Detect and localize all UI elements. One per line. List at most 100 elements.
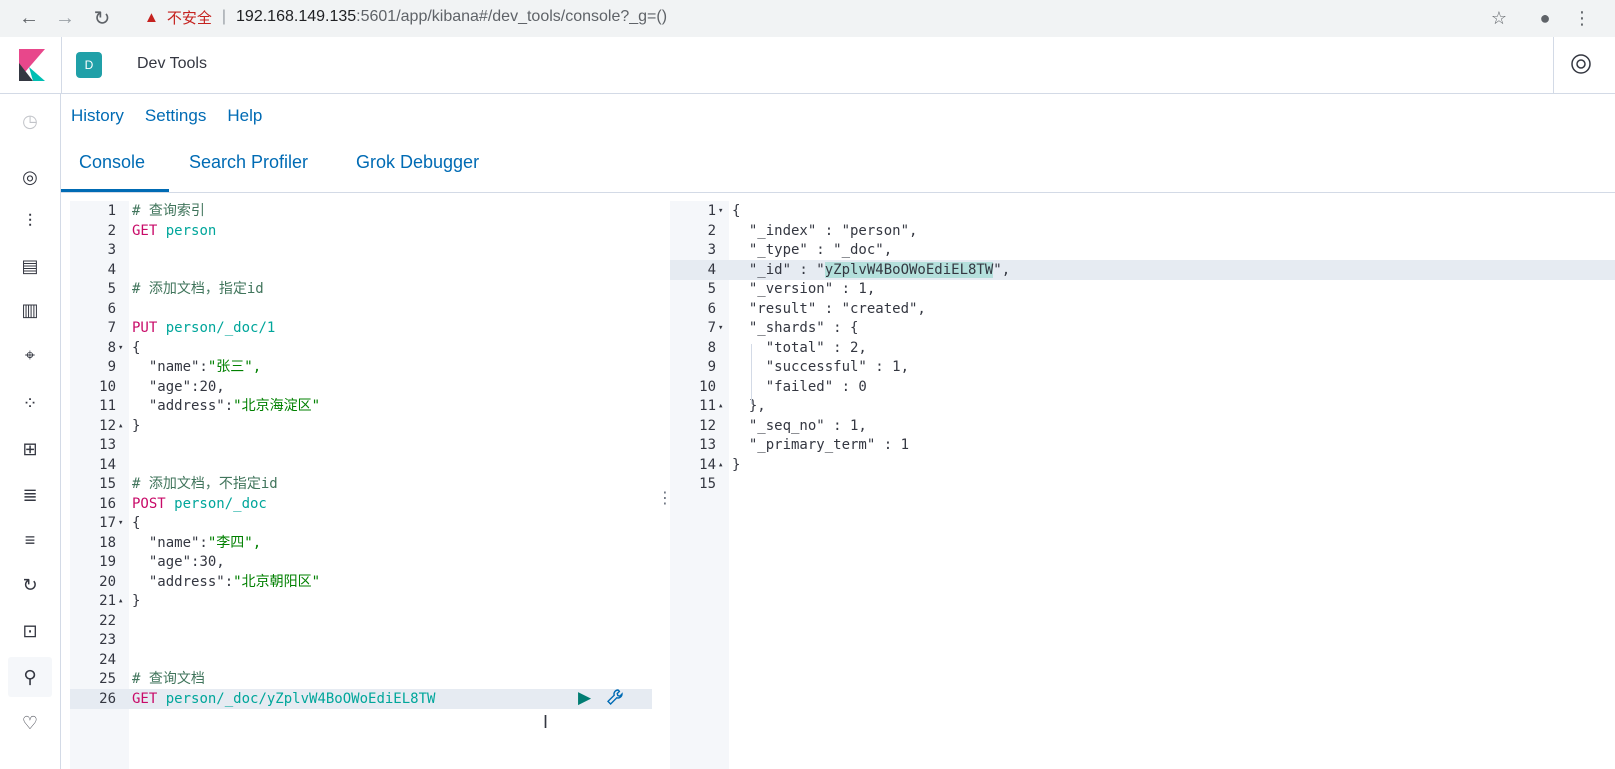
line-number: 20	[99, 573, 116, 590]
visualize-icon[interactable]: ⫶	[17, 208, 43, 234]
canvas-icon[interactable]: ▥	[17, 297, 43, 323]
output-line: 12 "_seq_no" : 1,	[670, 416, 1615, 436]
output-line: 10 "failed" : 0	[670, 377, 1615, 397]
console-editor[interactable]: 1 # 查询索引 2 GET person 3 4 5 # 添加文档，指定id 6 7 PUT pe…	[70, 201, 652, 769]
json-text: "_id" : "yZplvW4BoOWoEdiEL8TW",	[732, 261, 1011, 278]
dev-tools-tabs: Console Search Profiler Grok Debugger	[61, 140, 1615, 193]
output-line: 11 ▴ },	[670, 396, 1615, 416]
line-number: 3	[107, 242, 116, 258]
account-icon[interactable]: ●	[1533, 6, 1557, 30]
json-text: "_type" : "_doc",	[732, 242, 893, 258]
line-number: 12	[99, 417, 116, 434]
fold-toggle-icon[interactable]: ▴	[118, 591, 123, 611]
apm-icon[interactable]: ≡	[17, 527, 43, 553]
address-bar[interactable]: ▲ 不安全 | 192.168.149.135:5601/app/kibana#…	[130, 2, 1490, 32]
infrastructure-icon[interactable]: ⊞	[17, 436, 43, 462]
editor-line: 12 ▴}	[70, 416, 652, 436]
dashboard-icon[interactable]: ▤	[17, 253, 43, 279]
code-text: # 添加文档，指定id	[132, 281, 264, 297]
output-line: 8 "total" : 2,	[670, 338, 1615, 358]
app-title: Dev Tools	[137, 55, 207, 72]
wrench-icon[interactable]	[606, 688, 626, 708]
fold-toggle-icon[interactable]: ▾	[118, 338, 123, 358]
line-number: 14	[699, 456, 716, 473]
line-number: 1	[707, 203, 716, 219]
json-text: }	[732, 456, 741, 473]
line-number: 25	[99, 671, 116, 687]
tab-search-profiler[interactable]: Search Profiler	[189, 152, 308, 173]
maps-icon[interactable]: ⌖	[17, 342, 43, 368]
fold-toggle-icon[interactable]: ▾	[118, 513, 123, 533]
kibana-logo-icon[interactable]	[17, 49, 45, 81]
url-path: :5601/app/kibana#/dev_tools/console?_g=(…	[356, 8, 668, 25]
space-avatar[interactable]: D	[76, 52, 102, 78]
run-request-icon[interactable]: ▶	[578, 688, 596, 708]
reload-icon[interactable]: ↻	[90, 6, 114, 30]
machine-learning-icon[interactable]: ⁘	[17, 390, 43, 416]
fold-toggle-icon[interactable]: ▴	[718, 455, 723, 475]
help-link[interactable]: Help	[227, 106, 262, 126]
forward-arrow-icon[interactable]: →	[53, 6, 77, 30]
line-number: 1	[107, 203, 116, 219]
editor-line: 15 # 添加文档，不指定id	[70, 474, 652, 494]
output-line: 3 "_type" : "_doc",	[670, 240, 1615, 260]
line-number: 8	[107, 339, 116, 356]
code-text: "address":"北京海淀区"	[132, 398, 321, 414]
line-number: 6	[707, 300, 716, 317]
editor-line: 21 ▴}	[70, 591, 652, 611]
line-number: 13	[99, 437, 116, 453]
logs-icon[interactable]: ≣	[17, 482, 43, 508]
editor-line: 16 POST person/_doc	[70, 494, 652, 514]
json-text: "total" : 2,	[732, 339, 867, 356]
recently-viewed-icon[interactable]: ◷	[17, 108, 43, 134]
editor-line: 4	[70, 260, 652, 280]
code-text: "name":"张三",	[132, 359, 262, 375]
line-number: 26	[99, 690, 116, 707]
code-text: "age":30,	[132, 554, 225, 570]
fold-toggle-icon[interactable]: ▴	[118, 416, 123, 436]
line-number: 4	[707, 261, 716, 278]
line-number: 9	[107, 359, 116, 375]
side-navigation: ◷ ◎ ⫶ ▤ ▥ ⌖ ⁘ ⊞ ≣ ≡ ↻ ⊡ ⚲ ♡	[0, 94, 61, 769]
code-text: # 查询文档	[132, 671, 205, 687]
code-text: }	[132, 593, 141, 609]
uptime-icon[interactable]: ↻	[17, 572, 43, 598]
line-number: 23	[99, 632, 116, 648]
line-number: 12	[699, 417, 716, 434]
tab-grok-debugger[interactable]: Grok Debugger	[356, 152, 479, 173]
history-link[interactable]: History	[71, 106, 124, 126]
json-text: {	[732, 203, 741, 219]
warning-icon: ▲	[144, 8, 159, 26]
editor-line: 22	[70, 611, 652, 631]
line-number: 15	[699, 476, 716, 492]
dev-tools-top-links: History Settings Help	[71, 106, 262, 126]
fold-toggle-icon[interactable]: ▾	[718, 201, 723, 221]
settings-link[interactable]: Settings	[145, 106, 206, 126]
editor-line: 7 PUT person/_doc/1	[70, 318, 652, 338]
editor-line: 24	[70, 650, 652, 670]
dev-tools-icon[interactable]: ⚲	[8, 657, 52, 697]
tab-console[interactable]: Console	[79, 152, 145, 173]
monitoring-icon[interactable]: ♡	[17, 710, 43, 736]
editor-line: 25 # 查询文档	[70, 669, 652, 689]
discover-icon[interactable]: ◎	[17, 164, 43, 190]
browser-menu-icon[interactable]: ⋮	[1570, 6, 1594, 30]
output-line: 6 "result" : "created",	[670, 299, 1615, 319]
bookmark-star-icon[interactable]: ☆	[1487, 6, 1511, 30]
help-lifebuoy-icon[interactable]	[1568, 51, 1594, 77]
editor-line: 6	[70, 299, 652, 319]
json-text: "_seq_no" : 1,	[732, 417, 867, 434]
indent-guide	[751, 344, 752, 404]
line-number: 11	[99, 398, 116, 414]
panel-resizer[interactable]: ⋮	[657, 488, 673, 512]
fold-toggle-icon[interactable]: ▾	[718, 318, 723, 338]
line-number: 10	[699, 378, 716, 395]
output-line: 9 "successful" : 1,	[670, 357, 1615, 377]
editor-line: 3	[70, 240, 652, 260]
header-divider	[61, 37, 62, 93]
back-arrow-icon[interactable]: ←	[17, 6, 41, 30]
siem-icon[interactable]: ⊡	[17, 618, 43, 644]
line-number: 4	[107, 261, 116, 278]
line-number: 22	[99, 612, 116, 629]
fold-toggle-icon[interactable]: ▴	[718, 396, 723, 416]
